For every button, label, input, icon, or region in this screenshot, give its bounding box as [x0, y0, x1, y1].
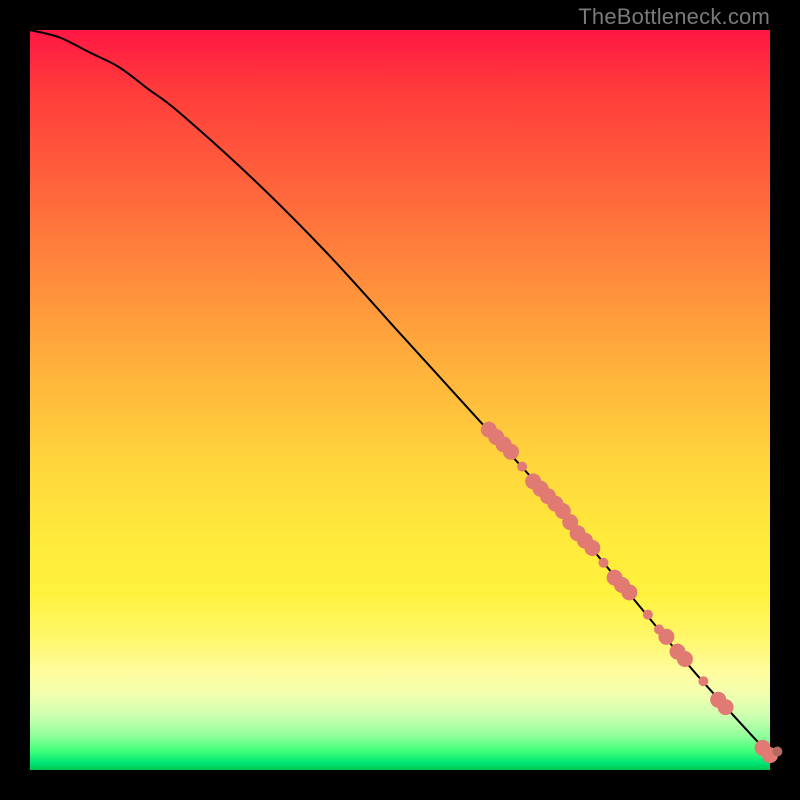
chart-svg: [30, 30, 770, 770]
data-point: [584, 540, 600, 556]
data-point: [621, 584, 637, 600]
bottleneck-curve-path: [30, 30, 770, 755]
data-point: [718, 699, 734, 715]
plot-area: [30, 30, 770, 770]
data-point: [698, 676, 708, 686]
data-point: [599, 558, 609, 568]
attribution-label: TheBottleneck.com: [578, 4, 770, 30]
data-point: [772, 747, 782, 757]
data-point: [677, 651, 693, 667]
data-point: [658, 629, 674, 645]
chart-stage: TheBottleneck.com: [0, 0, 800, 800]
data-point: [517, 462, 527, 472]
data-point: [503, 444, 519, 460]
data-point: [643, 610, 653, 620]
